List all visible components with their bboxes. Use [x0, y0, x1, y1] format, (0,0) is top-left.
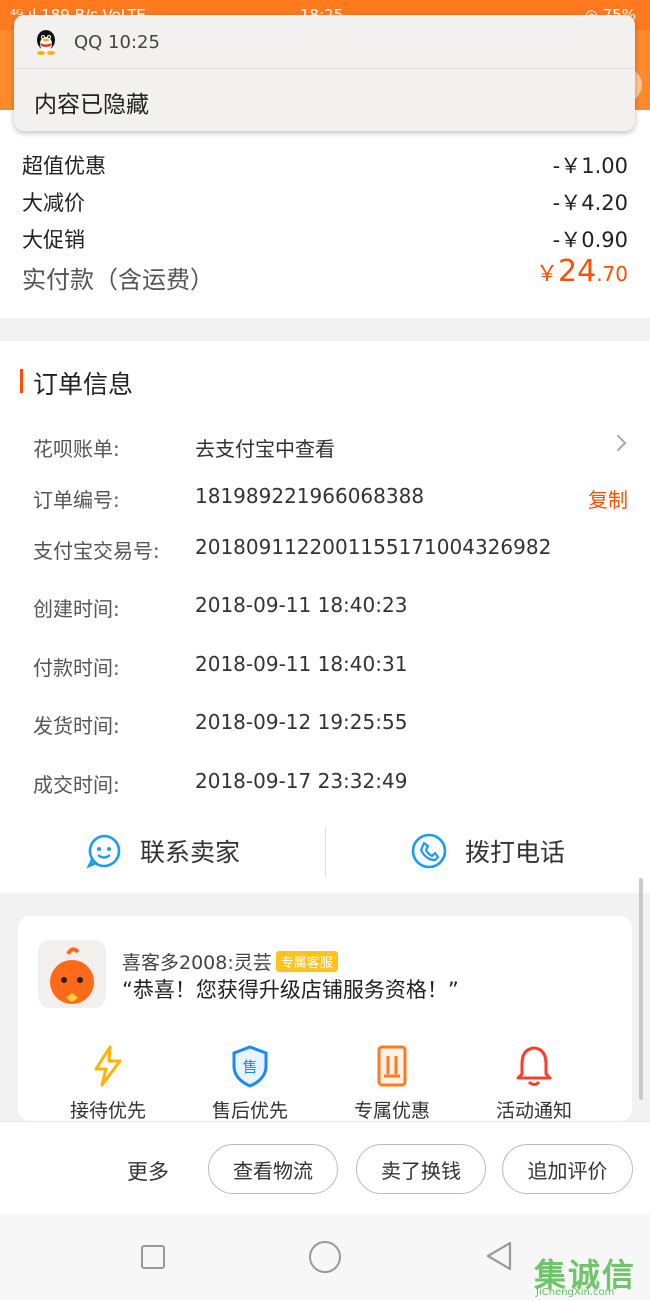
svg-text:售: 售: [242, 1058, 257, 1076]
info-value: 2018-09-11 18:40:31: [195, 652, 408, 676]
lightning-icon: [94, 1045, 122, 1087]
scrollbar[interactable]: [639, 878, 643, 1100]
contact-seller-button[interactable]: 联系卖家: [86, 821, 240, 881]
shield-icon: 售: [232, 1045, 268, 1088]
total-decimal: .70: [596, 262, 628, 286]
back-triangle-icon[interactable]: [484, 1240, 514, 1272]
bell-icon: [516, 1046, 552, 1086]
copy-button[interactable]: 复制: [588, 484, 628, 513]
price-summary: 超值优惠 -￥1.00 大减价 -￥4.20 大促销 -￥0.90 实付款（含运…: [0, 110, 650, 318]
perk-discount[interactable]: 专属优惠: [332, 1044, 452, 1123]
perk-label: 活动通知: [495, 1100, 572, 1122]
info-label: 支付宝交易号:: [33, 539, 160, 563]
action-bar: 更多 查看物流 卖了换钱 追加评价: [0, 1121, 650, 1214]
info-value: 181989221966068388: [195, 484, 425, 508]
price-value: -￥4.20: [552, 191, 628, 215]
section-title: 订单信息: [33, 370, 134, 399]
price-row: 大减价 -￥4.20: [22, 187, 628, 217]
info-value: 2018091122001155171004326982: [195, 535, 552, 559]
notification-app-time: QQ 10:25: [74, 32, 160, 53]
chevron-right-icon: [609, 434, 627, 452]
perk-label: 专属优惠: [353, 1100, 430, 1122]
more-button[interactable]: 更多: [127, 1156, 169, 1186]
notification-body: 内容已隐藏: [34, 92, 149, 118]
info-value: 去支付宝中查看: [195, 437, 335, 461]
call-phone-label: 拨打电话: [465, 838, 566, 867]
divider: [325, 827, 326, 877]
recents-button[interactable]: [141, 1245, 165, 1269]
currency-symbol: ￥: [535, 262, 558, 287]
price-label: 超值优惠: [22, 154, 106, 178]
notification-banner[interactable]: QQ 10:25 内容已隐藏: [14, 15, 635, 131]
price-row: 大促销 -￥0.90: [22, 224, 628, 254]
total-amount: ￥24.70: [536, 254, 628, 289]
add-review-button[interactable]: 追加评价: [502, 1144, 633, 1194]
contact-row: 联系卖家 拨打电话: [0, 821, 650, 881]
coupon-icon: [377, 1045, 407, 1087]
info-label: 订单编号:: [33, 488, 120, 512]
perk-label: 售后优先: [211, 1100, 288, 1122]
phone-icon: [411, 833, 447, 869]
info-value: 2018-09-11 18:40:23: [195, 593, 408, 617]
order-info-card: 订单信息 花呗账单: 去支付宝中查看 订单编号: 181989221966068…: [0, 341, 650, 893]
exclusive-service-badge: 专属客服: [275, 951, 338, 972]
service-message: “恭喜！您获得升级店铺服务资格！”: [122, 978, 459, 1002]
resell-button[interactable]: 卖了换钱: [356, 1144, 486, 1194]
info-value: 2018-09-17 23:32:49: [195, 769, 408, 793]
home-button[interactable]: [309, 1241, 341, 1273]
info-value: 2018-09-12 19:25:55: [195, 710, 408, 734]
service-card: 喜客多2008:灵芸 专属客服 “恭喜！您获得升级店铺服务资格！” 接待优先 售 …: [18, 916, 632, 1123]
info-label: 成交时间:: [33, 773, 120, 797]
perk-label: 接待优先: [69, 1100, 146, 1122]
view-logistics-button[interactable]: 查看物流: [208, 1144, 338, 1194]
watermark-url: JiChengXin.com: [536, 1287, 615, 1298]
service-name: 喜客多2008:灵芸 专属客服: [122, 948, 338, 975]
qq-penguin-icon: [37, 30, 55, 55]
info-label: 创建时间:: [33, 597, 120, 621]
call-phone-button[interactable]: 拨打电话: [411, 821, 565, 881]
info-label: 发货时间:: [33, 714, 120, 738]
section-accent-bar: [20, 369, 23, 393]
notification-header: QQ 10:25: [14, 15, 635, 69]
perk-notification[interactable]: 活动通知: [474, 1044, 594, 1123]
price-value: -￥0.90: [552, 228, 628, 252]
total-integer: 24: [558, 254, 597, 289]
avatar[interactable]: [38, 940, 106, 1008]
price-value: -￥1.00: [552, 154, 628, 178]
info-label: 付款时间:: [33, 656, 120, 680]
total-label: 实付款（含运费）: [22, 266, 214, 294]
perk-aftersales[interactable]: 售 售后优先: [190, 1044, 310, 1123]
total-row: 实付款（含运费） ￥24.70: [22, 254, 628, 295]
contact-seller-label: 联系卖家: [140, 838, 241, 867]
service-agent-name: 喜客多2008:灵芸: [122, 952, 272, 974]
price-label: 大减价: [22, 191, 85, 215]
mascot-icon: [50, 947, 94, 1004]
price-row: 超值优惠 -￥1.00: [22, 150, 628, 180]
price-label: 大促销: [22, 228, 85, 252]
info-label: 花呗账单:: [33, 437, 120, 461]
perk-reception[interactable]: 接待优先: [48, 1044, 168, 1123]
chat-bubble-icon: [86, 834, 121, 869]
